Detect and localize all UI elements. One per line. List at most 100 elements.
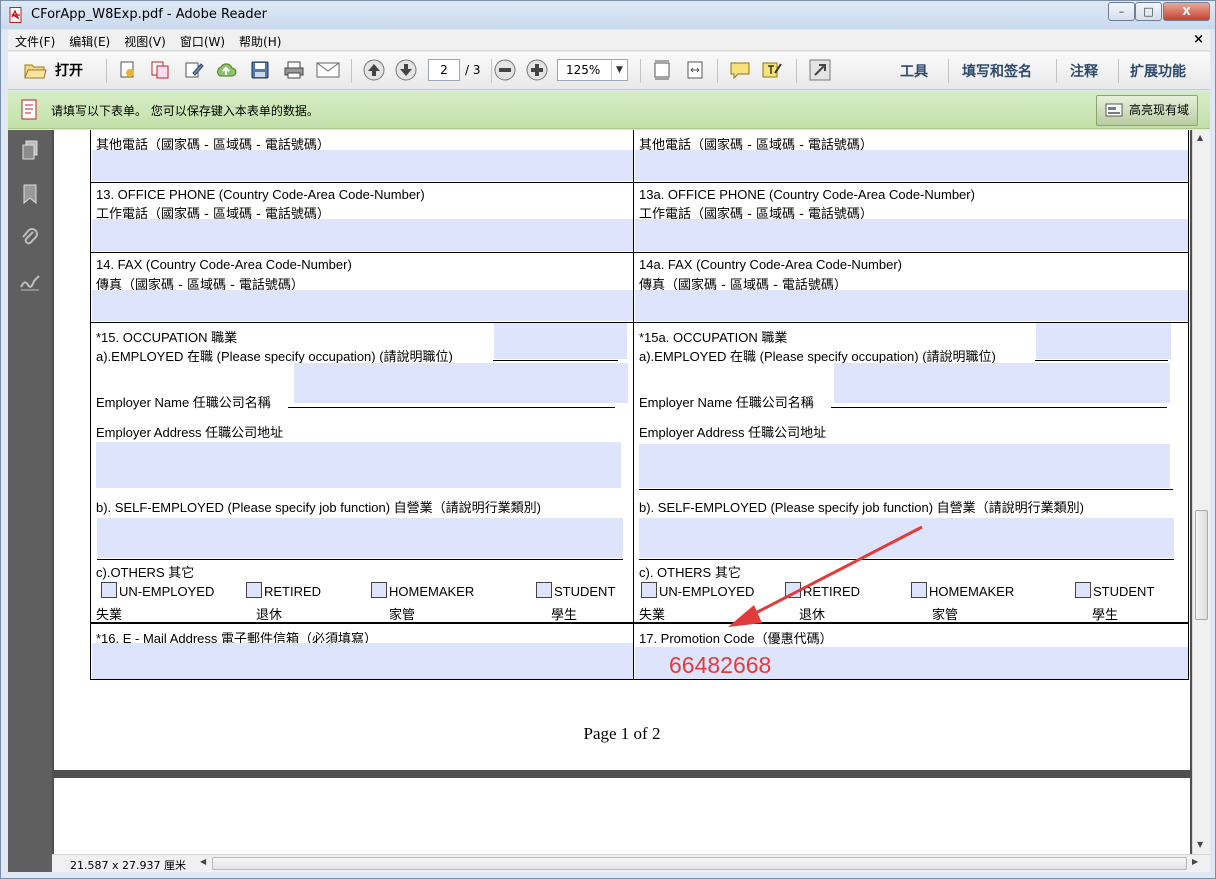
student-checkbox-2[interactable]	[1075, 582, 1091, 598]
occupation-underline	[493, 360, 618, 361]
highlight-text-button[interactable]	[760, 58, 784, 82]
open-button[interactable]: 打开	[16, 58, 90, 82]
other-phone-field[interactable]	[92, 150, 633, 181]
page-thumbnails-button[interactable]	[18, 138, 42, 162]
fill-sign-pane-button[interactable]: 填写和签名	[962, 61, 1032, 81]
unemployed-label-zh: 失業	[96, 608, 123, 623]
scroll-thumb[interactable]	[1195, 510, 1208, 620]
employer-address-label: Employer Address 任職公司地址	[96, 425, 284, 440]
others-label: c).OTHERS 其它	[96, 565, 195, 580]
zoom-out-button[interactable]	[493, 58, 517, 82]
fit-page-icon	[654, 60, 670, 80]
unemployed-checkbox-2[interactable]	[641, 582, 657, 598]
menu-bar: 文件(F) 编辑(E) 视图(V) 窗口(W) 帮助(H) ×	[8, 30, 1210, 51]
office-phone-field[interactable]	[92, 219, 633, 251]
minimize-button[interactable]: –	[1108, 2, 1135, 21]
office-phone-cell-2: 13a. OFFICE PHONE (Country Code-Area Cod…	[633, 183, 1189, 253]
office-phone-field-2[interactable]	[635, 219, 1188, 251]
save-button[interactable]	[248, 58, 272, 82]
expand-icon	[809, 59, 831, 81]
employer-name-field-2[interactable]	[834, 363, 1170, 403]
pdf-page-next	[54, 778, 1190, 854]
highlight-fields-button[interactable]: 高亮现有域	[1096, 95, 1198, 126]
employer-address-field-2[interactable]	[639, 444, 1170, 488]
unemployed-checkbox[interactable]	[101, 582, 117, 598]
occupation-field-2[interactable]	[1036, 323, 1171, 359]
other-phone-field-2[interactable]	[635, 150, 1188, 181]
window-title: CForApp_W8Exp.pdf - Adobe Reader	[31, 7, 267, 22]
horizontal-scrollbar[interactable]	[212, 857, 1187, 870]
previous-page-button[interactable]	[362, 58, 386, 82]
zoom-select[interactable]: 125% ▼	[557, 59, 628, 81]
edit-button[interactable]	[182, 58, 206, 82]
homemaker-checkbox[interactable]	[371, 582, 387, 598]
email-button[interactable]	[315, 58, 341, 82]
tools-pane-button[interactable]: 工具	[900, 61, 928, 81]
zoom-out-icon	[494, 59, 516, 81]
close-button[interactable]: X	[1163, 2, 1210, 21]
arrow-up-icon	[363, 59, 385, 81]
status-bar: 21.587 x 27.937 厘米 ◀ ▶	[52, 854, 1210, 872]
occupation-field[interactable]	[494, 323, 627, 359]
employer-address-underline-2	[639, 489, 1173, 490]
signature-icon	[20, 275, 40, 291]
student-label-2: STUDENT	[1093, 584, 1155, 599]
email-field[interactable]	[92, 643, 633, 679]
employer-address-label-2: Employer Address 任職公司地址	[639, 425, 827, 440]
employer-name-label: Employer Name 任職公司名稱	[96, 395, 271, 410]
print-button[interactable]	[282, 58, 306, 82]
self-employed-underline	[97, 559, 623, 560]
homemaker-label-zh-2: 家管	[932, 608, 959, 623]
toolbar: 打开 2 / 3 125% ▼ 工具 填写和签名 注释 扩展功能	[8, 52, 1210, 90]
comment-pane-button[interactable]: 注释	[1070, 61, 1098, 81]
unemployed-label: UN-EMPLOYED	[119, 584, 215, 599]
self-employed-field[interactable]	[97, 518, 623, 558]
document-close-button[interactable]: ×	[1193, 32, 1204, 47]
cloud-upload-icon	[217, 63, 237, 77]
vertical-scrollbar[interactable]: ▲ ▼	[1192, 130, 1210, 854]
folder-open-icon	[24, 64, 47, 79]
signatures-button[interactable]	[18, 270, 42, 294]
fit-page-button[interactable]	[650, 58, 674, 82]
open-label: 打开	[55, 63, 83, 79]
attachments-button[interactable]	[18, 226, 42, 250]
scroll-down-icon[interactable]: ▼	[1197, 840, 1203, 849]
menu-edit[interactable]: 编辑(E)	[62, 30, 117, 53]
document-canvas: 其他電話（國家碼 - 區域碼 - 電話號碼） 其他電話（國家碼 - 區域碼 - …	[52, 130, 1192, 854]
employer-name-underline	[288, 407, 615, 408]
maximize-button[interactable]: □	[1135, 2, 1162, 21]
page-number-input[interactable]: 2	[428, 59, 460, 81]
upload-button[interactable]	[214, 58, 238, 82]
comment-button[interactable]	[728, 58, 752, 82]
menu-file[interactable]: 文件(F)	[8, 30, 62, 53]
bookmarks-button[interactable]	[18, 182, 42, 206]
menu-help[interactable]: 帮助(H)	[232, 30, 288, 53]
fit-width-button[interactable]	[683, 58, 707, 82]
combine-button[interactable]	[148, 58, 172, 82]
promo-code-value: 66482668	[669, 652, 772, 678]
employer-address-field[interactable]	[96, 442, 621, 488]
menu-window[interactable]: 窗口(W)	[173, 30, 232, 53]
occupation-underline-2	[1035, 360, 1168, 361]
extend-pane-button[interactable]: 扩展功能	[1130, 61, 1186, 81]
occupation-cell: *15. OCCUPATION 職業 a).EMPLOYED 在職 (Pleas…	[90, 323, 634, 623]
scroll-up-icon[interactable]: ▲	[1197, 133, 1203, 142]
self-employed-label: b). SELF-EMPLOYED (Please specify job fu…	[96, 500, 542, 515]
page-footer: Page 1 of 2	[583, 724, 661, 743]
zoom-in-button[interactable]	[525, 58, 549, 82]
fax-field-2[interactable]	[635, 290, 1188, 321]
fax-field[interactable]	[92, 290, 633, 321]
pdf-file-icon	[9, 7, 22, 23]
office-phone-label-2: 13a. OFFICE PHONE (Country Code-Area Cod…	[639, 187, 975, 202]
office-phone-cell: 13. OFFICE PHONE (Country Code-Area Code…	[90, 183, 634, 253]
student-checkbox[interactable]	[536, 582, 552, 598]
employer-name-underline-2	[831, 407, 1167, 408]
scroll-left-icon[interactable]: ◀	[200, 857, 206, 866]
next-page-button[interactable]	[394, 58, 418, 82]
scroll-right-icon[interactable]: ▶	[1192, 857, 1198, 866]
fullscreen-button[interactable]	[808, 58, 832, 82]
menu-view[interactable]: 视图(V)	[117, 30, 173, 53]
employer-name-field[interactable]	[294, 363, 628, 403]
retired-checkbox[interactable]	[246, 582, 262, 598]
create-pdf-button[interactable]	[116, 58, 140, 82]
